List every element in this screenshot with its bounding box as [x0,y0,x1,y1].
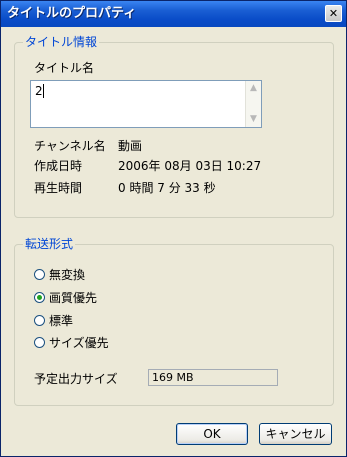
cancel-button[interactable]: キャンセル [259,423,332,445]
window-title: タイトルのプロパティ [7,6,137,21]
channel-name-label: チャンネル名 [34,139,106,153]
close-icon: ✕ [328,7,339,20]
scroll-down-arrow-icon[interactable]: ▼ [246,112,261,127]
close-button[interactable]: ✕ [325,5,342,22]
transfer-format-legend: 転送形式 [23,237,76,251]
estimated-size-field: 169 MB [148,369,278,386]
duration-value: 0 時間 7 分 33 秒 [118,181,216,195]
title-name-textarea[interactable]: 2 ▲ ▼ [30,80,262,128]
radio-standard-label[interactable]: 標準 [49,314,73,328]
estimated-size-label: 予定出力サイズ [34,372,118,386]
title-name-label: タイトル名 [34,61,95,75]
title-bar[interactable]: タイトルのプロパティ ✕ [1,1,346,27]
created-date-label: 作成日時 [34,159,83,173]
radio-standard[interactable] [34,315,45,326]
title-name-value: 2 [35,84,43,98]
duration-label: 再生時間 [34,181,83,195]
textarea-scrollbar[interactable]: ▲ ▼ [245,81,261,127]
radio-size-priority-label[interactable]: サイズ優先 [49,336,109,350]
radio-no-conversion-label[interactable]: 無変換 [49,268,85,282]
radio-no-conversion[interactable] [34,269,45,280]
channel-name-value: 動画 [118,139,143,153]
title-info-legend: タイトル情報 [23,35,100,49]
scroll-up-arrow-icon[interactable]: ▲ [246,81,261,96]
properties-dialog: タイトルのプロパティ ✕ タイトル情報 タイトル名 2 ▲ ▼ チャンネル名 動… [0,0,347,457]
text-caret [43,84,44,98]
radio-quality-priority[interactable] [34,292,45,303]
created-date-value: 2006年 08月 03日 10:27 [118,159,262,173]
radio-size-priority[interactable] [34,337,45,348]
ok-button[interactable]: OK [176,423,248,445]
radio-quality-priority-label[interactable]: 画質優先 [49,291,97,305]
